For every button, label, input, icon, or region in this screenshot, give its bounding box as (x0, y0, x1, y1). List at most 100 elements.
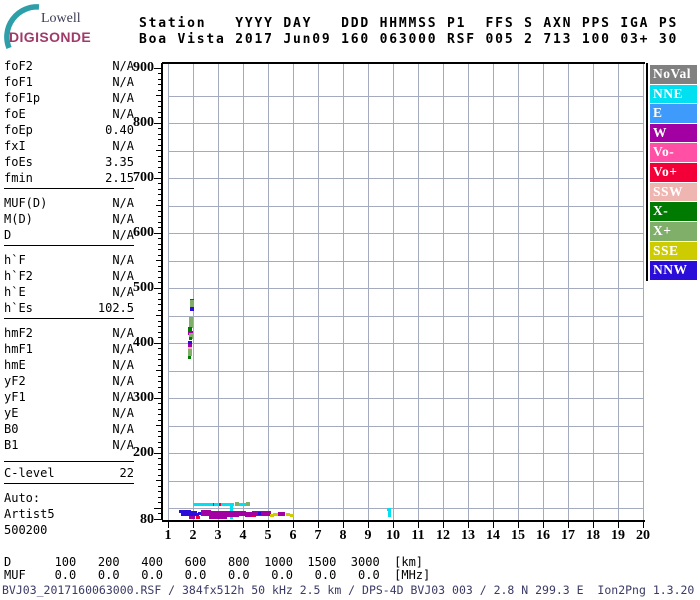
param-label: foE (4, 106, 26, 122)
gridline-vertical (643, 64, 644, 520)
param-label: B0 (4, 421, 18, 437)
clevel-label: C-level (4, 465, 55, 481)
ionogram-viewer: Lowell DIGISONDE Station YYYY DAY DDD HH… (0, 0, 700, 600)
x-tick-label: 8 (332, 528, 354, 544)
x-tick-label: 3 (207, 528, 229, 544)
y-tick (158, 337, 162, 338)
y-tick (158, 238, 162, 239)
y-tick (158, 464, 162, 465)
legend-item-label: W (653, 125, 667, 141)
legend-item: W (650, 124, 697, 143)
param-label: MUF(D) (4, 195, 47, 211)
legend-item: X- (650, 202, 697, 221)
legend-item: SSE (650, 242, 697, 261)
param-label: foEs (4, 154, 33, 170)
echo-point (188, 356, 191, 359)
y-tick (154, 519, 162, 520)
y-tick (158, 145, 162, 146)
legend-item-label: SSE (653, 243, 679, 259)
y-tick (158, 486, 162, 487)
legend-item-label: NNW (653, 262, 688, 278)
echo-point (189, 337, 192, 340)
y-tick (158, 128, 162, 129)
y-tick (158, 310, 162, 311)
x-tick-label: 20 (632, 528, 654, 544)
y-tick (156, 315, 162, 316)
y-tick (158, 321, 162, 322)
y-tick (158, 513, 162, 514)
y-tick (158, 447, 162, 448)
x-tick-label: 10 (382, 528, 404, 544)
x-tick-label: 16 (532, 528, 554, 544)
gridline-horizontal (168, 481, 643, 482)
param-label: hmE (4, 357, 26, 373)
logo-digisonde-text: DIGISONDE (9, 29, 91, 45)
legend-item: NNW (650, 261, 697, 280)
y-tick-label: 900 (108, 60, 154, 76)
y-tick (158, 271, 162, 272)
param-label: D (4, 227, 11, 243)
param-row: MUF(D) N/A (4, 195, 134, 211)
y-tick (156, 95, 162, 96)
param-label: fmin (4, 170, 33, 186)
gridline-vertical (268, 64, 269, 520)
param-value: N/A (112, 138, 134, 154)
y-tick (158, 161, 162, 162)
x-tick-label: 18 (582, 528, 604, 544)
status-line: BVJ03_2017160063000.RSF / 384fx512h 50 k… (2, 583, 694, 597)
legend-item: NNE (650, 85, 697, 104)
param-value: N/A (112, 357, 134, 373)
param-row: yEN/A (4, 405, 134, 421)
y-tick (158, 458, 162, 459)
legend-item: Vo- (650, 143, 697, 162)
gridline-vertical (493, 64, 494, 520)
param-value: N/A (112, 195, 134, 211)
param-row: foF1pN/A (4, 90, 134, 106)
x-tick-label: 9 (357, 528, 379, 544)
x-tick-label: 11 (407, 528, 429, 544)
gridline-horizontal (168, 508, 643, 509)
legend-item: SSW (650, 183, 697, 202)
gridline-vertical (468, 64, 469, 520)
y-tick (156, 260, 162, 261)
echo-point (246, 502, 250, 506)
y-tick (156, 205, 162, 206)
y-tick (158, 277, 162, 278)
y-tick (158, 442, 162, 443)
param-value: N/A (112, 90, 134, 106)
gridline-vertical (568, 64, 569, 520)
clevel-row: C-level 22 (4, 461, 134, 484)
param-label: foEp (4, 122, 33, 138)
x-tick-label: 5 (257, 528, 279, 544)
gridline-vertical (393, 64, 394, 520)
param-label: yE (4, 405, 18, 421)
param-label: B1 (4, 437, 18, 453)
y-tick (158, 139, 162, 140)
param-label: h`Es (4, 300, 33, 316)
param-label: yF1 (4, 389, 26, 405)
y-tick (158, 326, 162, 327)
y-tick (158, 211, 162, 212)
gridline-vertical (293, 64, 294, 520)
gridline-vertical (193, 64, 194, 520)
muf-muf-row: MUF 0.0 0.0 0.0 0.0 0.0 0.0 0.0 0.0 [MHz… (4, 569, 430, 582)
x-tick-label: 6 (282, 528, 304, 544)
echo-point (189, 516, 195, 519)
x-tick-label: 7 (307, 528, 329, 544)
y-axis-line (161, 63, 163, 520)
y-tick-label: 300 (108, 390, 154, 406)
y-tick (158, 348, 162, 349)
gridline-vertical (368, 64, 369, 520)
y-tick-label: 200 (108, 445, 154, 461)
param-label: fxI (4, 138, 26, 154)
legend-item-label: X- (653, 203, 668, 219)
gridline-vertical (418, 64, 419, 520)
gridline-vertical (218, 64, 219, 520)
y-tick (154, 508, 162, 509)
legend-item-label: SSW (653, 184, 683, 200)
echo-point (245, 512, 252, 517)
y-tick (158, 491, 162, 492)
y-tick (154, 233, 162, 234)
y-tick (158, 183, 162, 184)
param-label: h`E (4, 284, 26, 300)
